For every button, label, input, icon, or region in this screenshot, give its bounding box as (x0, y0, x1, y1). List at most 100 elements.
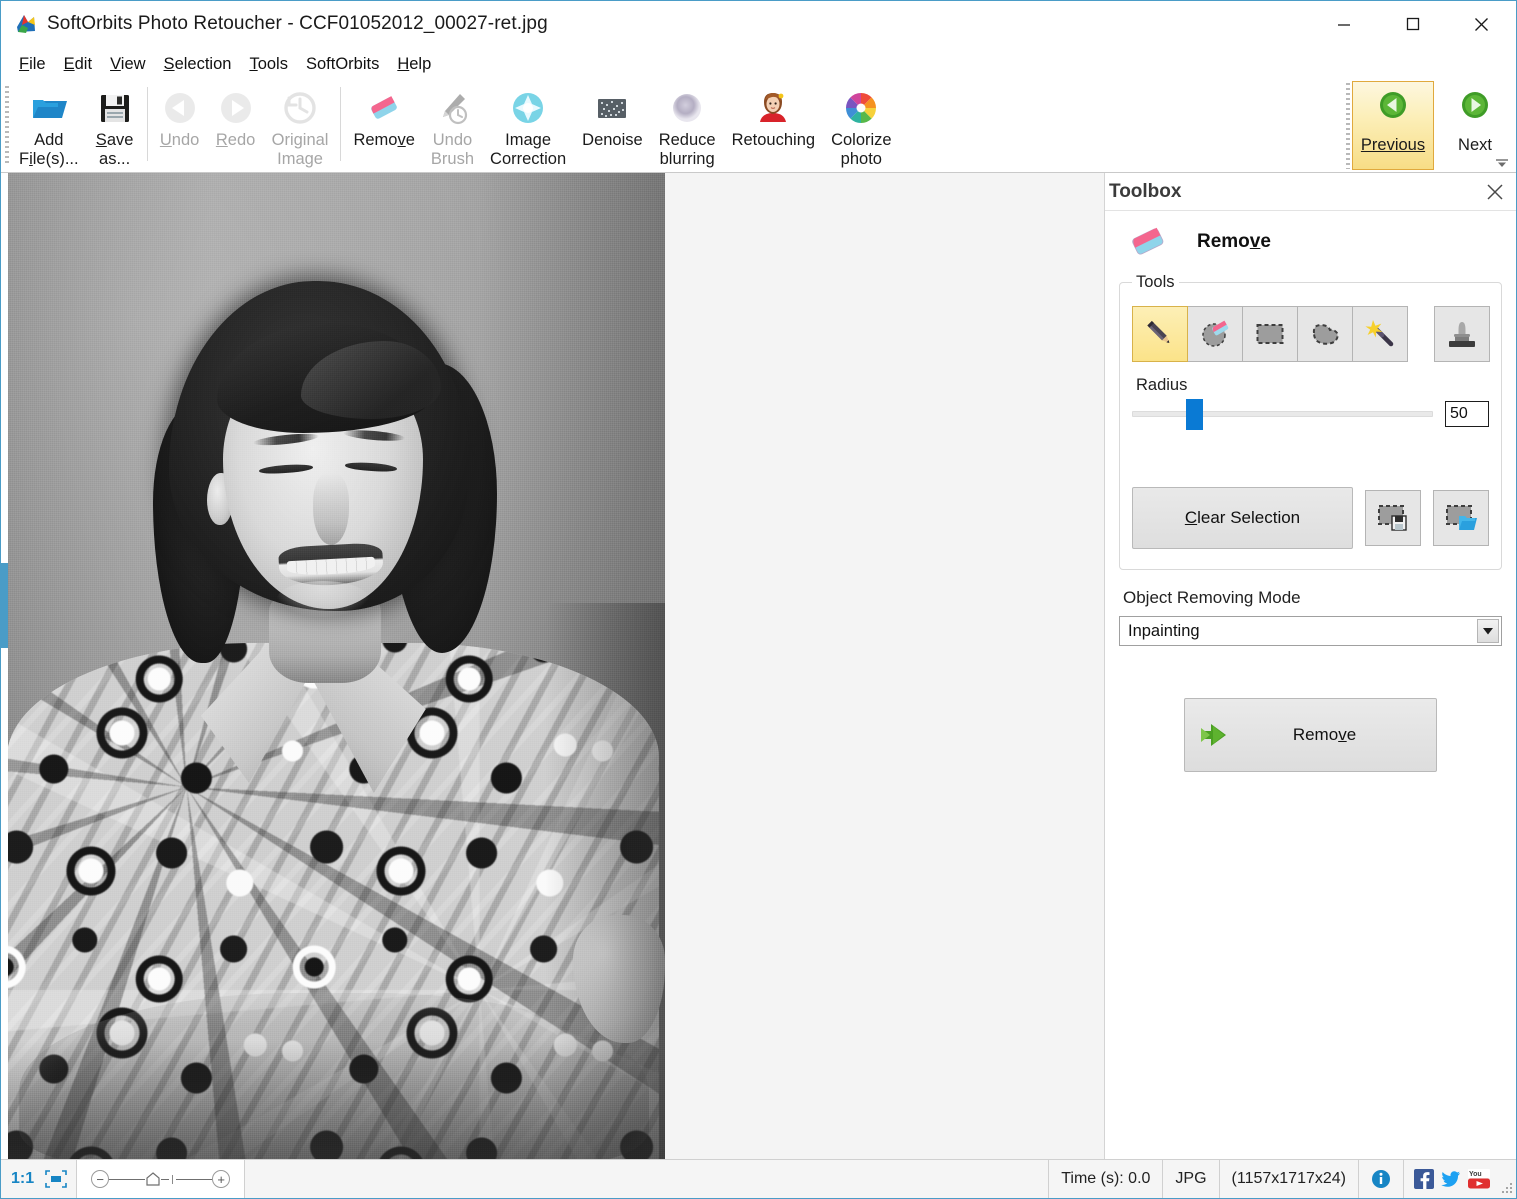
object-removing-mode-select[interactable]: Inpainting (1119, 616, 1502, 646)
magic-wand-icon (1363, 317, 1397, 351)
fit-to-window-icon (44, 1169, 68, 1189)
info-button[interactable] (1359, 1160, 1404, 1198)
save-as-label: Save as... (95, 131, 134, 168)
nav-grip (1346, 83, 1350, 169)
resize-grip-icon[interactable] (1498, 1160, 1516, 1198)
minimize-button[interactable] (1309, 1, 1378, 47)
add-files-icon (29, 88, 69, 128)
menu-file[interactable]: FFileile (10, 52, 55, 77)
remove-action-label: Remove (1292, 725, 1357, 744)
info-icon (1371, 1169, 1391, 1189)
pencil-brush-icon (1143, 317, 1177, 351)
ribbon-expand-chevron-icon[interactable] (1494, 156, 1510, 170)
zoom-track-mid[interactable] (161, 1178, 170, 1180)
scrollbar-thumb[interactable] (1, 563, 8, 648)
status-time: Time (s): 0.0 (1048, 1160, 1164, 1198)
redo-label: Redo (215, 131, 256, 149)
radius-slider-track[interactable] (1132, 411, 1433, 417)
youtube-icon[interactable]: You (1468, 1169, 1490, 1189)
facebook-icon[interactable] (1414, 1169, 1434, 1189)
clear-selection-button[interactable]: Clear Selection (1132, 487, 1353, 549)
eraser-icon (364, 88, 404, 128)
image-correction-icon (508, 88, 548, 128)
zoom-in-icon[interactable]: + (212, 1170, 231, 1188)
menu-view[interactable]: View (101, 52, 154, 77)
load-selection-button[interactable] (1433, 490, 1489, 546)
zoom-slider[interactable]: − + (77, 1160, 246, 1198)
radius-label: Radius (1136, 376, 1188, 394)
image-correction-button[interactable]: Image Correction (482, 81, 574, 171)
menu-softorbits[interactable]: SoftOrbits (297, 52, 388, 77)
toolbar-separator (146, 87, 148, 161)
brush-tool-button[interactable] (1132, 306, 1188, 362)
radius-row (1132, 398, 1489, 430)
eraser-tool-button[interactable] (1187, 306, 1243, 362)
twitter-icon[interactable] (1441, 1169, 1461, 1189)
remove-tool-button[interactable]: Remove (345, 81, 422, 171)
radius-slider[interactable] (1132, 398, 1433, 430)
toolbox-mode-title: Remove (1197, 231, 1271, 252)
zoom-out-icon[interactable]: − (91, 1170, 110, 1188)
undo-label: Undo (159, 131, 200, 149)
add-files-button[interactable]: Add File(s)... (11, 81, 87, 171)
add-files-label: Add File(s)... (19, 131, 79, 168)
menu-edit[interactable]: Edit (55, 52, 101, 77)
tools-group-label: Tools (1136, 273, 1175, 291)
magic-wand-tool-button[interactable] (1352, 306, 1408, 362)
undo-brush-label: Undo Brush (430, 131, 475, 168)
original-image-label: Original Image (271, 131, 329, 168)
save-selection-button[interactable] (1365, 490, 1421, 546)
lasso-select-tool-button[interactable] (1297, 306, 1353, 362)
image-canvas-area[interactable] (1, 173, 1104, 1159)
previous-label: Previous (1360, 136, 1426, 154)
denoise-button[interactable]: Denoise (574, 81, 651, 171)
close-icon[interactable] (1484, 181, 1506, 203)
retouching-button[interactable]: Retouching (724, 81, 823, 171)
previous-button[interactable]: Previous (1352, 81, 1434, 170)
redo-arrow-icon (216, 88, 256, 128)
zoom-home-handle-icon[interactable] (146, 1172, 160, 1186)
menu-tools[interactable]: Tools (240, 52, 297, 77)
radius-slider-thumb[interactable] (1186, 398, 1204, 430)
reduce-blurring-button[interactable]: Reduce blurring (651, 81, 724, 171)
status-format: JPG (1163, 1160, 1220, 1198)
menu-selection[interactable]: Selection (155, 52, 241, 77)
redo-button[interactable]: Redo (208, 81, 264, 171)
original-image-button[interactable]: Original Image (264, 81, 337, 171)
window-controls (1309, 1, 1516, 47)
rectangle-select-tool-button[interactable] (1242, 306, 1298, 362)
maximize-button[interactable] (1378, 1, 1447, 47)
undo-button[interactable]: Undo (152, 81, 208, 171)
clock-history-icon (280, 88, 320, 128)
zoom-one-to-one-button[interactable]: 1:1 (1, 1160, 42, 1198)
undo-arrow-icon (160, 88, 200, 128)
toolbox-panel: Toolbox Remove Tools Radius 50 C lear Se… (1104, 173, 1516, 1159)
denoise-icon (592, 88, 632, 128)
menu-help[interactable]: Help (388, 52, 440, 77)
colorize-photo-label: Colorize photo (831, 131, 892, 168)
radius-input[interactable] (1445, 401, 1489, 427)
zoom-track-right[interactable] (176, 1178, 213, 1180)
toolbox-header: Toolbox (1105, 173, 1516, 211)
toolbar-separator-2 (340, 87, 342, 161)
object-removing-mode-value: Inpainting (1128, 621, 1200, 640)
social-links: You (1404, 1160, 1498, 1198)
zoom-ratio-label: 1:1 (11, 1170, 35, 1187)
canvas-vertical-scrollbar[interactable] (1, 173, 8, 1159)
status-spacer (245, 1160, 1048, 1198)
photo-image[interactable] (1, 173, 665, 1159)
photo-bottom-shadow (1, 1041, 665, 1159)
fit-to-window-button[interactable] (42, 1160, 78, 1198)
remove-action-button[interactable]: Remove (1184, 698, 1437, 772)
remove-tool-label: Remove (353, 131, 415, 149)
eraser-circle-icon (1198, 317, 1232, 351)
colorize-photo-button[interactable]: Colorize photo (823, 81, 900, 171)
close-button[interactable] (1447, 1, 1516, 47)
photo-nose (313, 473, 349, 545)
chevron-down-icon[interactable] (1477, 619, 1499, 643)
save-as-button[interactable]: Save as... (87, 81, 143, 171)
clone-stamp-tool-button[interactable] (1434, 306, 1490, 362)
window-title: SoftOrbits Photo Retoucher - CCF01052012… (47, 13, 548, 34)
undo-brush-button[interactable]: Undo Brush (423, 81, 482, 171)
zoom-track-left[interactable] (109, 1178, 146, 1180)
